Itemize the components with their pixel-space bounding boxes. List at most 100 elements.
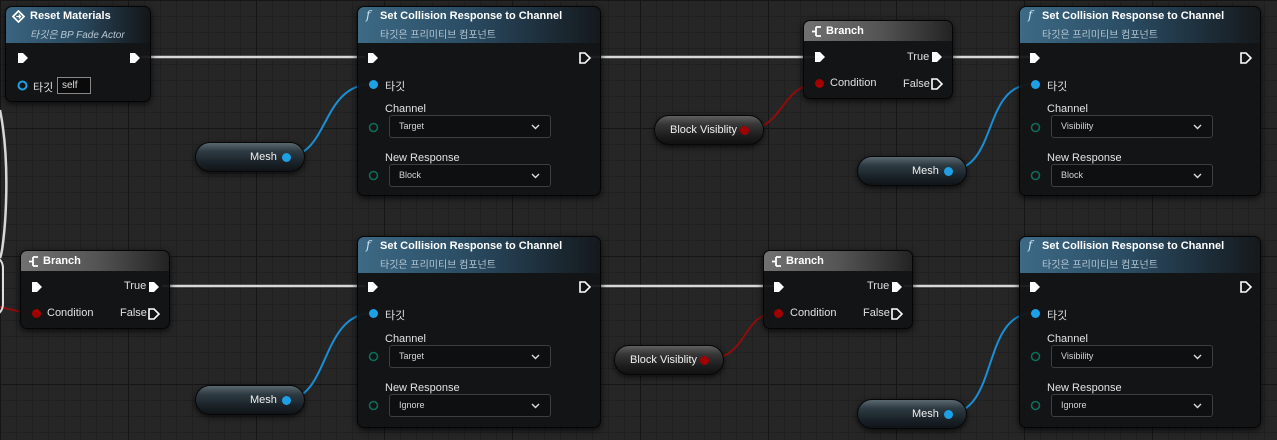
branch-header: Branch bbox=[21, 251, 169, 271]
condition-bool-pin[interactable] bbox=[814, 78, 825, 89]
response-pin[interactable] bbox=[368, 400, 379, 411]
false-exec-pin[interactable] bbox=[931, 78, 943, 90]
mesh-object-pin[interactable] bbox=[943, 409, 954, 420]
mesh-object-pin[interactable] bbox=[943, 166, 954, 177]
chevron-down-icon bbox=[1193, 173, 1202, 179]
reset-materials-node[interactable]: Reset Materials 타깃은 BP Fade Actor 타깃 sel… bbox=[5, 6, 151, 102]
function-icon: f bbox=[1028, 8, 1033, 22]
false-exec-pin[interactable] bbox=[148, 308, 160, 320]
exec-in-pin[interactable] bbox=[773, 281, 785, 293]
branch-node-3[interactable]: Branch True Condition False bbox=[763, 250, 913, 329]
chevron-down-icon bbox=[531, 124, 540, 130]
channel-label: Channel bbox=[385, 333, 426, 345]
mesh-variable-node-3[interactable]: Mesh bbox=[195, 385, 305, 415]
node-title: Set Collision Response to Channel bbox=[1042, 240, 1225, 252]
mesh-object-pin[interactable] bbox=[281, 395, 292, 406]
block-visibility-variable-node-1[interactable]: Block Visiblity bbox=[654, 115, 764, 145]
response-dropdown[interactable]: Ignore bbox=[389, 394, 551, 417]
target-object-pin[interactable] bbox=[1030, 308, 1041, 319]
true-exec-pin[interactable] bbox=[891, 281, 903, 293]
exec-in-pin[interactable] bbox=[1029, 281, 1041, 293]
target-object-pin[interactable] bbox=[368, 308, 379, 319]
condition-bool-pin[interactable] bbox=[31, 308, 42, 319]
exec-in-pin[interactable] bbox=[367, 52, 379, 64]
branch-node-1[interactable]: Branch True Condition False bbox=[803, 20, 953, 99]
response-pin[interactable] bbox=[368, 170, 379, 181]
bool-pin[interactable] bbox=[739, 125, 750, 136]
mesh-variable-node-4[interactable]: Mesh bbox=[857, 399, 967, 429]
true-label: True bbox=[907, 51, 930, 63]
set-collision-response-node-2[interactable]: f Set Collision Response to Channel 타깃은 … bbox=[1019, 6, 1261, 196]
response-pin[interactable] bbox=[1030, 400, 1041, 411]
response-dropdown[interactable]: Ignore bbox=[1051, 394, 1213, 417]
response-value: Block bbox=[1061, 170, 1084, 180]
mesh-variable-node-1[interactable]: Mesh bbox=[195, 142, 305, 172]
variable-label: Mesh bbox=[250, 151, 277, 163]
node-title: Branch bbox=[43, 255, 81, 267]
exec-in-pin[interactable] bbox=[31, 281, 43, 293]
node-subtitle: 타깃은 BP Fade Actor bbox=[30, 30, 125, 41]
target-object-pin[interactable] bbox=[368, 79, 379, 90]
channel-dropdown[interactable]: Visibility bbox=[1051, 345, 1213, 368]
branch-icon bbox=[772, 256, 781, 267]
true-label: True bbox=[867, 280, 890, 292]
response-value: Ignore bbox=[1061, 400, 1087, 410]
false-exec-pin[interactable] bbox=[891, 308, 903, 320]
set-collision-response-node-4[interactable]: f Set Collision Response to Channel 타깃은 … bbox=[1019, 236, 1261, 428]
new-response-label: New Response bbox=[385, 152, 460, 164]
channel-value: Visibility bbox=[1061, 351, 1094, 361]
false-label: False bbox=[863, 307, 890, 319]
set-collision-header: f Set Collision Response to Channel 타깃은 … bbox=[1020, 7, 1260, 43]
channel-dropdown[interactable]: Target bbox=[389, 345, 551, 368]
target-label: 타깃 bbox=[385, 81, 406, 93]
exec-out-pin[interactable] bbox=[129, 52, 141, 64]
response-dropdown[interactable]: Block bbox=[389, 164, 551, 187]
true-exec-pin[interactable] bbox=[931, 51, 943, 63]
set-collision-response-node-3[interactable]: f Set Collision Response to Channel 타깃은 … bbox=[357, 236, 601, 428]
node-subtitle: 타깃은 프리미티브 컴포넌트 bbox=[380, 30, 496, 41]
exec-wire bbox=[0, 109, 8, 259]
condition-label: Condition bbox=[47, 307, 94, 319]
exec-out-pin[interactable] bbox=[1240, 281, 1252, 293]
response-dropdown[interactable]: Block bbox=[1051, 164, 1213, 187]
function-icon: f bbox=[1028, 238, 1033, 252]
response-pin[interactable] bbox=[1030, 170, 1041, 181]
channel-pin[interactable] bbox=[1030, 122, 1041, 133]
channel-pin[interactable] bbox=[368, 351, 379, 362]
channel-value: Target bbox=[399, 351, 425, 361]
variable-label: Mesh bbox=[250, 394, 277, 406]
exec-in-pin[interactable] bbox=[17, 52, 29, 64]
exec-in-pin[interactable] bbox=[367, 281, 379, 293]
exec-out-pin[interactable] bbox=[579, 281, 591, 293]
set-collision-header: f Set Collision Response to Channel 타깃은 … bbox=[358, 7, 600, 43]
exec-in-pin[interactable] bbox=[1029, 52, 1041, 64]
channel-pin[interactable] bbox=[1030, 351, 1041, 362]
exec-out-pin[interactable] bbox=[1240, 52, 1252, 64]
event-diamond-icon bbox=[12, 10, 25, 23]
set-collision-header: f Set Collision Response to Channel 타깃은 … bbox=[358, 237, 600, 273]
channel-pin[interactable] bbox=[368, 122, 379, 133]
response-value: Block bbox=[399, 170, 422, 180]
bool-pin[interactable] bbox=[699, 355, 710, 366]
branch-node-2[interactable]: Branch True Condition False bbox=[20, 250, 170, 329]
new-response-label: New Response bbox=[1047, 152, 1122, 164]
channel-label: Channel bbox=[1047, 103, 1088, 115]
branch-header: Branch bbox=[764, 251, 912, 271]
condition-bool-pin[interactable] bbox=[773, 308, 784, 319]
mesh-variable-node-2[interactable]: Mesh bbox=[857, 156, 967, 186]
block-visibility-variable-node-2[interactable]: Block Visiblity bbox=[614, 345, 724, 375]
channel-value: Target bbox=[399, 121, 425, 131]
channel-dropdown[interactable]: Target bbox=[389, 115, 551, 138]
target-self-field[interactable]: self bbox=[57, 77, 91, 94]
set-collision-response-node-1[interactable]: f Set Collision Response to Channel 타깃은 … bbox=[357, 6, 601, 196]
exec-in-pin[interactable] bbox=[814, 51, 826, 63]
target-object-pin[interactable] bbox=[1030, 79, 1041, 90]
true-exec-pin[interactable] bbox=[148, 281, 160, 293]
branch-icon bbox=[812, 26, 821, 37]
mesh-object-pin[interactable] bbox=[281, 152, 292, 163]
exec-out-pin[interactable] bbox=[579, 52, 591, 64]
chevron-down-icon bbox=[531, 403, 540, 409]
target-object-pin[interactable] bbox=[17, 80, 28, 91]
channel-dropdown[interactable]: Visibility bbox=[1051, 115, 1213, 138]
response-value: Ignore bbox=[399, 400, 425, 410]
